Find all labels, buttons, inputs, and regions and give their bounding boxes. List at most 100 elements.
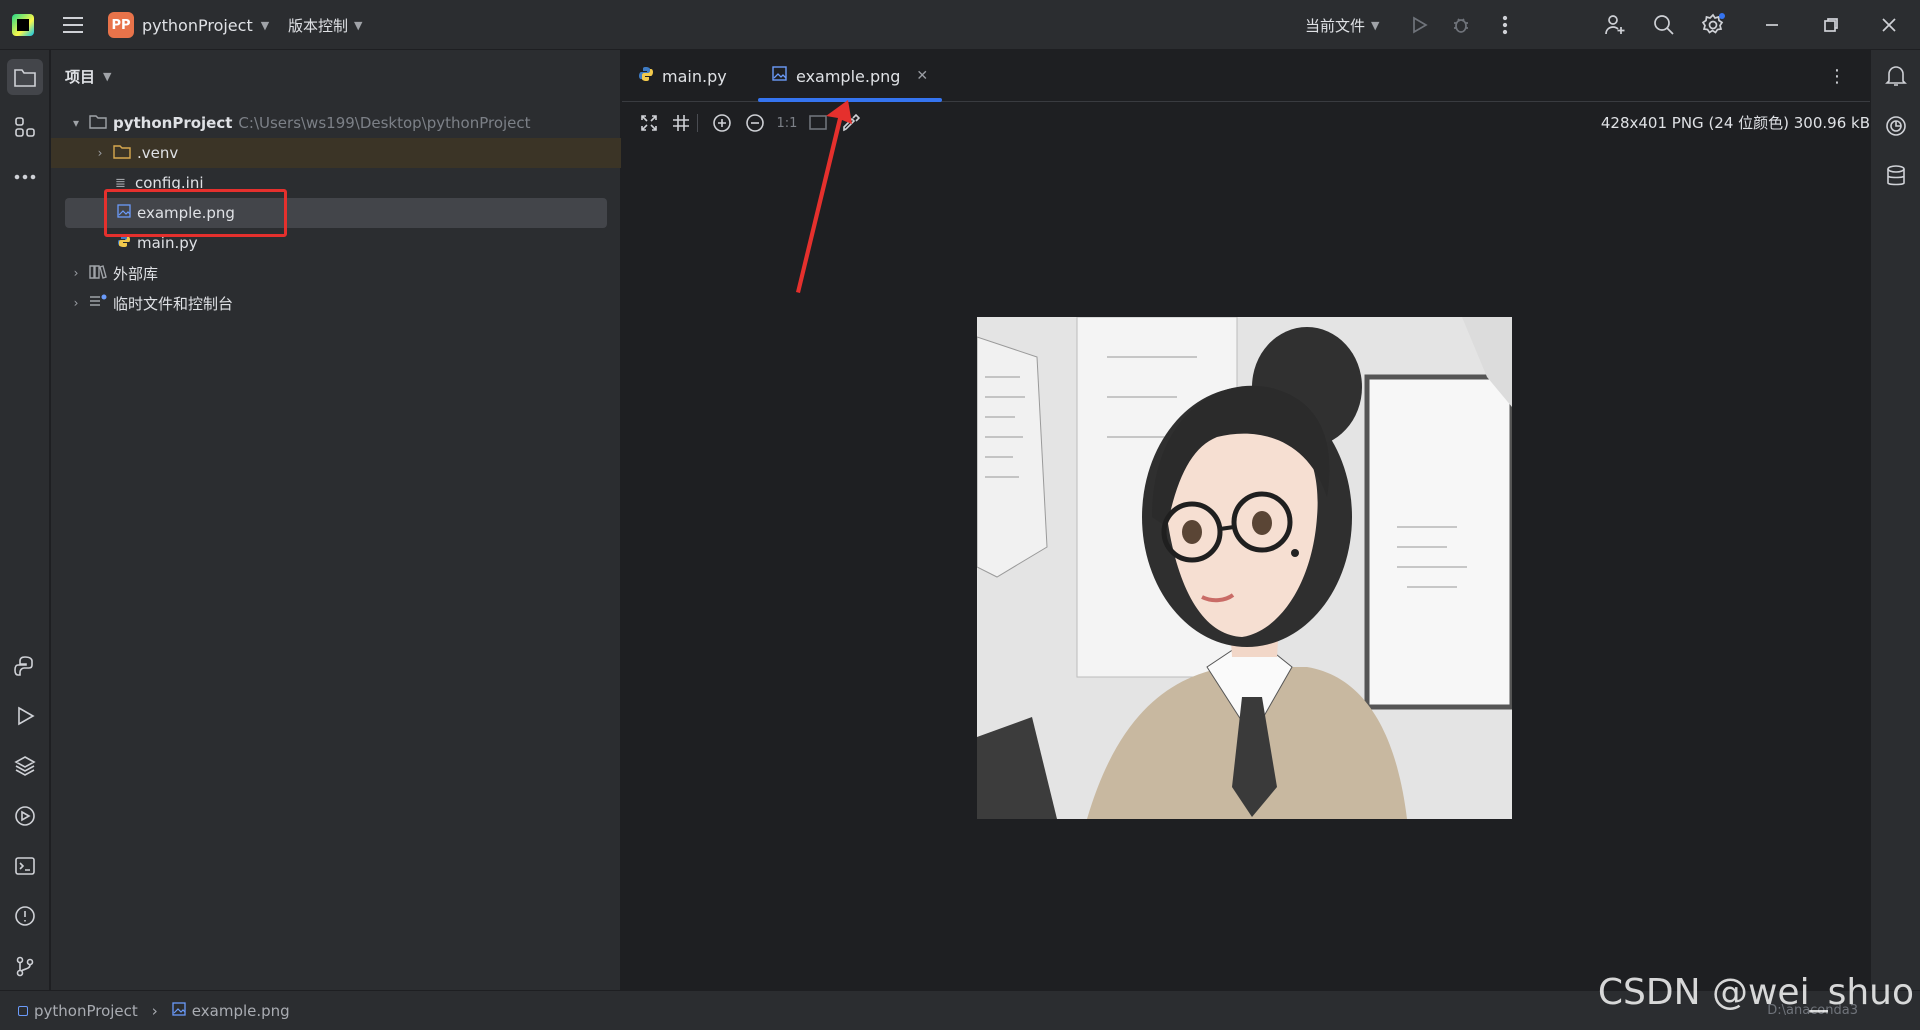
- tree-item-label: 临时文件和控制台: [113, 294, 234, 313]
- run-config-label: 当前文件: [1305, 16, 1366, 35]
- more-vertical-icon: [1502, 15, 1508, 35]
- panel-header[interactable]: 项目 ▼: [65, 66, 111, 87]
- hamburger-icon: [63, 17, 83, 33]
- python-console-button[interactable]: [7, 648, 43, 684]
- play-icon: [18, 706, 35, 726]
- more-actions-button[interactable]: [1490, 0, 1520, 50]
- highlight-box: [104, 189, 287, 237]
- module-icon: [18, 1005, 28, 1016]
- chevron-down-icon[interactable]: ▾: [69, 116, 83, 130]
- grid-icon: [673, 115, 689, 131]
- gear-icon: [1701, 13, 1725, 34]
- tree-row-venv[interactable]: › .venv: [51, 138, 621, 168]
- tab-example-png[interactable]: example.png ✕: [758, 50, 943, 102]
- structure-icon: [15, 117, 35, 137]
- debug-button[interactable]: [1446, 0, 1476, 50]
- watermark: CSDN @wei_shuo: [1597, 972, 1914, 1013]
- settings-button[interactable]: [1699, 0, 1729, 50]
- fit-zoom-icon: [809, 115, 827, 130]
- actual-size-button[interactable]: 1:1: [776, 112, 798, 134]
- layers-tool-button[interactable]: [7, 748, 43, 784]
- chevron-right-icon[interactable]: ›: [93, 146, 107, 160]
- ai-spiral-icon: [1886, 116, 1906, 136]
- structure-tool-button[interactable]: [7, 109, 43, 145]
- chevron-right-icon[interactable]: ›: [69, 266, 83, 280]
- project-badge: PP: [108, 12, 134, 38]
- breadcrumb-file[interactable]: example.png: [192, 1002, 290, 1020]
- layers-icon: [14, 756, 36, 776]
- close-tab-icon[interactable]: ✕: [916, 68, 928, 84]
- chevron-down-icon: ▼: [260, 18, 270, 32]
- run-config-selector[interactable]: 当前文件 ▼: [1305, 0, 1379, 50]
- chevron-right-icon: ›: [151, 1001, 158, 1020]
- git-tool-button[interactable]: [7, 948, 43, 984]
- portrait-image: [977, 317, 1512, 819]
- image-file-icon: [172, 1001, 186, 1020]
- database-button[interactable]: [1878, 158, 1914, 194]
- python-icon: [14, 656, 33, 676]
- grid-toggle-button[interactable]: [670, 112, 692, 134]
- image-preview: [977, 317, 1512, 819]
- tree-row-root[interactable]: ▾ pythonProject C:\Users\ws199\Desktop\p…: [51, 108, 621, 138]
- chevron-right-icon[interactable]: ›: [69, 296, 83, 310]
- tree-row-external-libs[interactable]: › 外部库: [51, 258, 621, 288]
- expand-icon: [641, 115, 657, 131]
- chevron-down-icon: ▼: [103, 70, 112, 83]
- services-tool-button[interactable]: [7, 798, 43, 834]
- search-button[interactable]: [1649, 0, 1679, 50]
- project-tool-button[interactable]: [7, 59, 43, 95]
- problems-tool-button[interactable]: [7, 898, 43, 934]
- bell-icon: [1885, 66, 1907, 86]
- close-window-button[interactable]: [1874, 0, 1904, 50]
- vcs-selector[interactable]: 版本控制 ▼: [288, 0, 362, 50]
- tree-item-label: .venv: [137, 144, 179, 162]
- terminal-icon: [15, 857, 35, 875]
- tab-label: example.png: [796, 66, 901, 86]
- panel-title: 项目: [65, 68, 96, 86]
- tab-label: main.py: [662, 66, 727, 86]
- tree-item-label: 外部库: [113, 264, 159, 283]
- more-tools-button[interactable]: [7, 159, 43, 195]
- scratches-icon: [89, 293, 107, 313]
- zoom-out-icon: [746, 114, 764, 132]
- tree-row-scratches[interactable]: › 临时文件和控制台: [51, 288, 621, 318]
- run-button[interactable]: [1404, 0, 1434, 50]
- project-panel: 项目 ▼ ▾ pythonProject C:\Users\ws199\Desk…: [51, 50, 621, 990]
- database-icon: [1887, 165, 1905, 186]
- tab-main-py[interactable]: main.py: [638, 50, 727, 102]
- project-selector[interactable]: PP pythonProject ▼: [108, 0, 269, 50]
- vcs-label: 版本控制: [288, 16, 349, 35]
- color-picker-button[interactable]: [840, 112, 862, 134]
- search-icon: [1654, 15, 1674, 35]
- chevron-down-icon: ▼: [354, 18, 363, 32]
- fit-zoom-button[interactable]: [808, 112, 830, 134]
- minimize-icon: [1766, 24, 1778, 26]
- warning-circle-icon: [15, 906, 35, 926]
- notifications-button[interactable]: [1878, 58, 1914, 94]
- add-user-button[interactable]: [1600, 0, 1630, 50]
- services-icon: [15, 806, 35, 826]
- editor-more-button[interactable]: ⋮: [1828, 66, 1846, 87]
- zoom-out-button[interactable]: [744, 112, 766, 134]
- restore-button[interactable]: [1816, 0, 1846, 50]
- main-menu-button[interactable]: [62, 0, 86, 50]
- image-info: 428x401 PNG (24 位颜色) 300.96 kB: [1600, 114, 1870, 132]
- add-user-icon: [1605, 15, 1625, 35]
- folder-icon: [14, 69, 36, 87]
- branch-icon: [16, 956, 34, 977]
- breadcrumb: pythonProject › example.png: [18, 1002, 290, 1020]
- restore-icon: [1824, 18, 1838, 32]
- breadcrumb-project[interactable]: pythonProject: [34, 1002, 138, 1020]
- zoom-in-button[interactable]: [711, 112, 733, 134]
- run-tool-button[interactable]: [7, 698, 43, 734]
- right-tool-stripe: [1870, 50, 1920, 990]
- root-path: C:\Users\ws199\Desktop\pythonProject: [238, 114, 531, 132]
- project-name: pythonProject: [142, 15, 253, 35]
- folder-icon: [89, 113, 107, 133]
- eyedropper-icon: [843, 114, 860, 132]
- fit-to-window-button[interactable]: [638, 112, 660, 134]
- ai-assistant-button[interactable]: [1878, 108, 1914, 144]
- minimize-button[interactable]: [1757, 0, 1787, 50]
- terminal-tool-button[interactable]: [7, 848, 43, 884]
- editor-area: main.py example.png ✕ ⋮ 1:1 428x401 PNG …: [622, 50, 1870, 990]
